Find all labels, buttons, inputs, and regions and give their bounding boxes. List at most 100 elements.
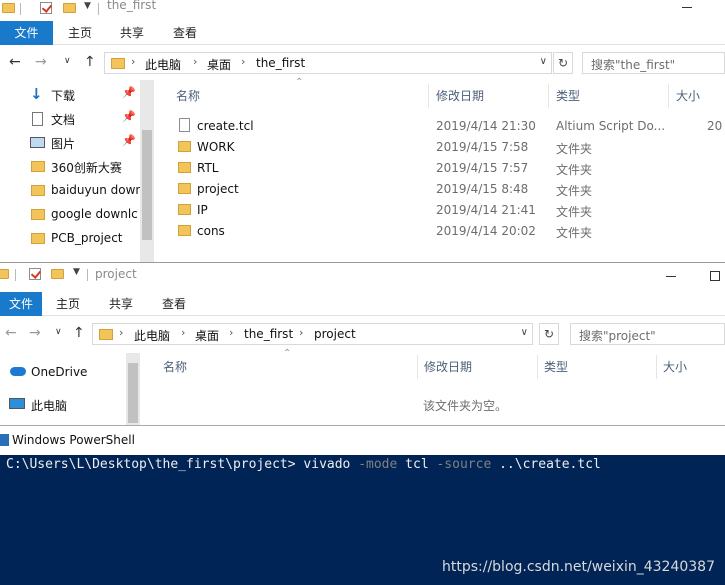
file-type: Altium Script Do... xyxy=(556,119,666,133)
breadcrumb-this-pc[interactable]: 此电脑 xyxy=(134,327,170,344)
chevron-right-icon[interactable]: › xyxy=(131,55,135,68)
chevron-right-icon[interactable]: › xyxy=(193,55,197,68)
file-date: 2019/4/14 20:02 xyxy=(436,224,536,238)
refresh-button[interactable]: ↻ xyxy=(553,52,573,74)
back-icon[interactable]: ← xyxy=(9,54,21,70)
properties-icon[interactable] xyxy=(40,2,52,14)
column-divider[interactable] xyxy=(417,355,418,379)
breadcrumb-the-first[interactable]: the_first xyxy=(244,327,293,341)
chevron-right-icon[interactable]: › xyxy=(119,326,123,339)
recent-locations-icon[interactable]: ∨ xyxy=(55,327,62,337)
table-row[interactable]: cons 2019/4/14 20:02 文件夹 xyxy=(0,221,592,242)
forward-icon[interactable]: → xyxy=(29,325,41,341)
divider xyxy=(15,269,16,281)
up-icon[interactable]: ↑ xyxy=(73,325,85,341)
chevron-down-icon[interactable]: ∨ xyxy=(540,56,547,67)
maximize-icon[interactable] xyxy=(710,271,720,281)
chevron-right-icon[interactable]: › xyxy=(299,326,303,339)
table-row[interactable]: IP 2019/4/14 21:41 文件夹 xyxy=(0,200,592,221)
refresh-button[interactable]: ↻ xyxy=(539,323,559,345)
file-name: project xyxy=(197,182,239,196)
column-divider[interactable] xyxy=(548,84,549,108)
file-date: 2019/4/15 8:48 xyxy=(436,182,529,196)
prompt-text: C:\Users\L\Desktop\the_first\project> vi… xyxy=(6,457,359,472)
ribbon-tabs: 文件 主页 共享 查看 xyxy=(0,21,725,45)
column-type[interactable]: 类型 xyxy=(544,355,568,379)
column-name[interactable]: 名称 xyxy=(176,84,200,108)
address-bar[interactable]: › 此电脑 › 桌面 › the_first › project ∨ xyxy=(92,323,533,345)
column-divider[interactable] xyxy=(668,84,669,108)
tab-share[interactable]: 共享 xyxy=(120,21,144,45)
new-folder-icon[interactable] xyxy=(63,3,76,13)
tab-file[interactable]: 文件 xyxy=(0,292,42,316)
breadcrumb-project[interactable]: project xyxy=(314,327,356,341)
file-date: 2019/4/15 7:58 xyxy=(436,140,529,154)
folder-icon xyxy=(178,225,191,236)
forward-icon[interactable]: → xyxy=(35,54,47,70)
table-row[interactable]: create.tcl 2019/4/14 21:30 Altium Script… xyxy=(0,116,725,137)
breadcrumb-desktop[interactable]: 桌面 xyxy=(195,327,219,344)
tab-view[interactable]: 查看 xyxy=(162,292,186,316)
breadcrumb-the-first[interactable]: the_first xyxy=(256,56,305,70)
tab-share[interactable]: 共享 xyxy=(109,292,133,316)
navigation-bar: ← → ∨ ↑ › 此电脑 › 桌面 › the_first ∨ ↻ 搜索"th… xyxy=(0,49,725,79)
title-bar: ▼ the_first xyxy=(0,0,725,18)
divider xyxy=(87,269,88,281)
table-row[interactable]: project 2019/4/15 8:48 文件夹 xyxy=(0,179,592,200)
column-divider[interactable] xyxy=(656,355,657,379)
recent-locations-icon[interactable]: ∨ xyxy=(64,56,71,66)
search-input[interactable]: 搜索"the_first" xyxy=(582,52,725,74)
column-size[interactable]: 大小 xyxy=(676,84,700,108)
file-name: cons xyxy=(197,224,225,238)
file-icon xyxy=(179,118,190,132)
customize-toolbar-icon[interactable]: ▼ xyxy=(84,1,91,11)
column-divider[interactable] xyxy=(537,355,538,379)
back-icon[interactable]: ← xyxy=(5,325,17,341)
watermark: https://blog.csdn.net/weixin_43240387 xyxy=(441,559,715,575)
sidebar-item-label: 此电脑 xyxy=(31,399,68,413)
chevron-right-icon[interactable]: › xyxy=(229,326,233,339)
chevron-right-icon[interactable]: › xyxy=(181,326,185,339)
file-type: 文件夹 xyxy=(556,226,593,240)
window-title: the_first xyxy=(107,0,157,12)
search-input[interactable]: 搜索"project" xyxy=(570,323,725,345)
command-line: C:\Users\L\Desktop\the_first\project> vi… xyxy=(6,457,601,472)
tab-home[interactable]: 主页 xyxy=(56,292,80,316)
customize-toolbar-icon[interactable]: ▼ xyxy=(73,267,80,277)
column-date[interactable]: 修改日期 xyxy=(436,84,484,108)
breadcrumb-desktop[interactable]: 桌面 xyxy=(207,56,231,73)
tab-home[interactable]: 主页 xyxy=(68,21,92,45)
minimize-icon[interactable] xyxy=(666,276,676,277)
chevron-right-icon[interactable]: › xyxy=(241,55,245,68)
tab-file[interactable]: 文件 xyxy=(0,21,53,45)
table-row[interactable]: WORK 2019/4/15 7:58 文件夹 xyxy=(0,137,592,158)
column-date[interactable]: 修改日期 xyxy=(424,355,472,379)
new-folder-icon[interactable] xyxy=(51,269,64,279)
explorer-window-project: ▼ project 文件 主页 共享 查看 ← → ∨ ↑ › 此电脑 › 桌面… xyxy=(0,262,725,425)
powershell-console[interactable]: C:\Users\L\Desktop\the_first\project> vi… xyxy=(0,455,725,585)
file-type: 文件夹 xyxy=(556,163,593,177)
file-type: 文件夹 xyxy=(556,142,593,156)
column-divider[interactable] xyxy=(428,84,429,108)
table-row[interactable]: RTL 2019/4/15 7:57 文件夹 xyxy=(0,158,592,179)
column-name[interactable]: 名称 xyxy=(163,355,187,379)
properties-icon[interactable] xyxy=(29,268,41,280)
column-size[interactable]: 大小 xyxy=(663,355,687,379)
breadcrumb-this-pc[interactable]: 此电脑 xyxy=(145,56,181,73)
navigation-bar: ← → ∨ ↑ › 此电脑 › 桌面 › the_first › project… xyxy=(0,320,725,350)
powershell-icon xyxy=(0,434,9,446)
ribbon-tabs: 文件 主页 共享 查看 xyxy=(0,292,725,316)
column-header-row: ⌃ 名称 修改日期 类型 大小 xyxy=(0,77,725,108)
column-type[interactable]: 类型 xyxy=(556,84,580,108)
minimize-icon[interactable] xyxy=(682,7,692,8)
up-icon[interactable]: ↑ xyxy=(84,54,96,70)
explorer-window-the-first: ▼ the_first 文件 主页 共享 查看 ← → ∨ ↑ › 此电脑 › … xyxy=(0,0,725,262)
file-name: IP xyxy=(197,203,208,217)
address-bar[interactable]: › 此电脑 › 桌面 › the_first ∨ xyxy=(104,52,552,74)
parameter-mode: -mode xyxy=(358,457,398,472)
sidebar-item-this-pc[interactable]: 此电脑 xyxy=(0,394,126,416)
file-date: 2019/4/14 21:41 xyxy=(436,203,536,217)
tab-view[interactable]: 查看 xyxy=(173,21,197,45)
file-type: 文件夹 xyxy=(556,184,593,198)
chevron-down-icon[interactable]: ∨ xyxy=(521,327,528,338)
